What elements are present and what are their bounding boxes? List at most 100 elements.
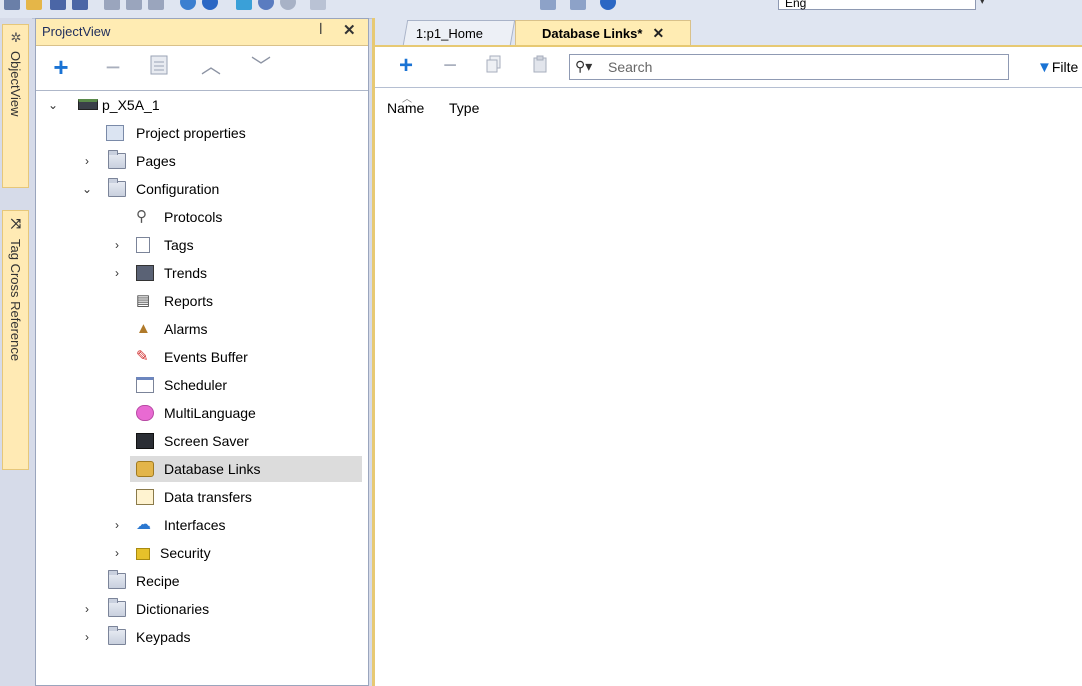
objectview-icon: ✲ [10,30,22,45]
trends-icon [136,265,154,281]
tree-item-label: Project properties [136,125,246,141]
save-icon[interactable] [50,0,66,10]
add-icon[interactable]: + [393,53,419,79]
copy-icon[interactable] [126,0,142,10]
side-tab-label: ObjectView [8,51,23,117]
tree-item-security[interactable]: › Security [36,540,362,566]
tab-p1-home[interactable]: 1:p1_Home [402,20,516,45]
chevron-right-icon[interactable]: › [80,624,94,650]
chevron-right-icon[interactable]: › [110,260,124,286]
tree-item-dictionaries[interactable]: › Dictionaries [36,596,362,622]
tree-item-label: Interfaces [164,517,226,533]
save-all-icon[interactable] [72,0,88,10]
chevron-right-icon[interactable]: › [110,512,124,538]
online-icon[interactable] [258,0,274,10]
side-strip: ✲ ObjectView ⤨ Tag Cross Reference [0,18,32,686]
tree-item-pages[interactable]: › Pages [36,148,362,174]
tree-item-trends[interactable]: › Trends [36,260,362,286]
pin-icon[interactable]: ꟾ [319,23,323,37]
tree-item-screen-saver[interactable]: Screen Saver [36,428,362,454]
help-icon[interactable] [600,0,616,10]
database-icon [136,461,154,477]
column-header-type[interactable]: Type [449,100,479,116]
tool-icon[interactable] [310,0,326,10]
project-properties-icon [106,125,124,141]
tree-item-keypads[interactable]: › Keypads [36,624,362,650]
tree-item-label: Configuration [136,181,220,197]
tree-item-p-x5a-1[interactable]: ⌄ p_X5A_1 [36,92,362,118]
calendar-icon [136,377,154,393]
folder-icon [108,150,126,169]
properties-icon[interactable] [570,0,586,10]
download-icon[interactable] [180,0,196,10]
open-folder-icon[interactable] [26,0,42,10]
chevron-down-icon[interactable]: ⌄ [80,176,94,202]
chevron-right-icon[interactable]: › [80,596,94,622]
tree-item-label: Events Buffer [164,349,248,365]
layout-icon[interactable] [540,0,556,10]
folder-icon [108,626,126,645]
cloud-icon: ☁ [136,516,151,533]
search-input[interactable] [608,57,998,77]
tree-item-database-links[interactable]: Database Links [130,456,362,482]
chevron-down-icon[interactable]: ▾ [980,0,985,7]
tree-item-scheduler[interactable]: Scheduler [36,372,362,398]
chevron-right-icon[interactable]: › [80,148,94,174]
tree-item-protocols[interactable]: ⚲ Protocols [36,204,362,230]
search-field[interactable]: ⚲▾ [569,54,1009,80]
add-icon[interactable]: + [46,52,76,82]
pin-icon: ✎ [136,348,149,365]
side-tab-label: Tag Cross Reference [8,239,23,362]
project-view-panel: ProjectView ꟾ ✕ + − ︿ ﹀ ⌄ p_X5A_1 Projec… [35,18,369,686]
language-select[interactable]: Eng [778,0,976,10]
filter-button[interactable]: ▼Filte [1037,55,1078,79]
side-tab-tag-cross-reference[interactable]: ⤨ Tag Cross Reference [2,210,29,470]
stop-icon[interactable] [280,0,296,10]
simulate-icon[interactable] [236,0,252,10]
cut-icon[interactable] [104,0,120,10]
tree-item-label: Dictionaries [136,601,210,617]
tab-database-links[interactable]: Database Links* ✕ [515,20,691,45]
bell-icon: ▲ [136,320,151,337]
tags-icon [136,237,150,253]
side-tab-objectview[interactable]: ✲ ObjectView [2,24,29,188]
properties-icon[interactable] [144,52,174,82]
close-icon[interactable]: ✕ [652,25,664,41]
folder-icon [108,178,126,197]
run-icon[interactable] [202,0,218,10]
screen-saver-icon [136,433,154,449]
copy-icon[interactable] [481,53,507,79]
tree-item-reports[interactable]: ▤ Reports [36,288,362,314]
tree-item-data-transfers[interactable]: Data transfers [36,484,362,510]
table-header: ︿ Name Type [375,90,1082,120]
paste-icon[interactable] [527,53,553,79]
tree-item-multilanguage[interactable]: MultiLanguage [36,400,362,426]
chevron-right-icon[interactable]: › [110,540,124,566]
move-down-icon[interactable]: ﹀ [246,52,276,82]
paste-icon[interactable] [148,0,164,10]
tree-item-alarms[interactable]: ▲ Alarms [36,316,362,342]
tree-item-label: Recipe [136,573,180,589]
move-up-icon[interactable]: ︿ [196,52,226,82]
tree-item-tags[interactable]: › Tags [36,232,362,258]
search-icon[interactable]: ⚲▾ [575,58,592,75]
tree-item-events-buffer[interactable]: ✎ Events Buffer [36,344,362,370]
protocols-icon: ⚲ [136,208,147,225]
new-icon[interactable] [4,0,20,10]
column-header-name[interactable]: Name [387,100,424,116]
tree-item-label: Scheduler [164,377,228,393]
printer-icon: ▤ [136,292,151,309]
close-icon[interactable]: ✕ [343,21,356,39]
remove-icon[interactable]: − [437,53,463,79]
tree-item-recipe[interactable]: Recipe [36,568,362,594]
chevron-down-icon[interactable]: ⌄ [46,92,60,118]
panel-header: ProjectView ꟾ ✕ [36,19,368,46]
remove-icon[interactable]: − [98,52,128,82]
tree-item-label: Keypads [136,629,191,645]
filter-icon: ▼ [1037,59,1052,76]
tree-item-configuration[interactable]: ⌄ Configuration [36,176,362,202]
tree-item-interfaces[interactable]: › ☁ Interfaces [36,512,362,538]
chevron-right-icon[interactable]: › [110,232,124,258]
filter-label: Filte [1051,59,1079,75]
tree-item-project-properties[interactable]: Project properties [36,120,362,146]
